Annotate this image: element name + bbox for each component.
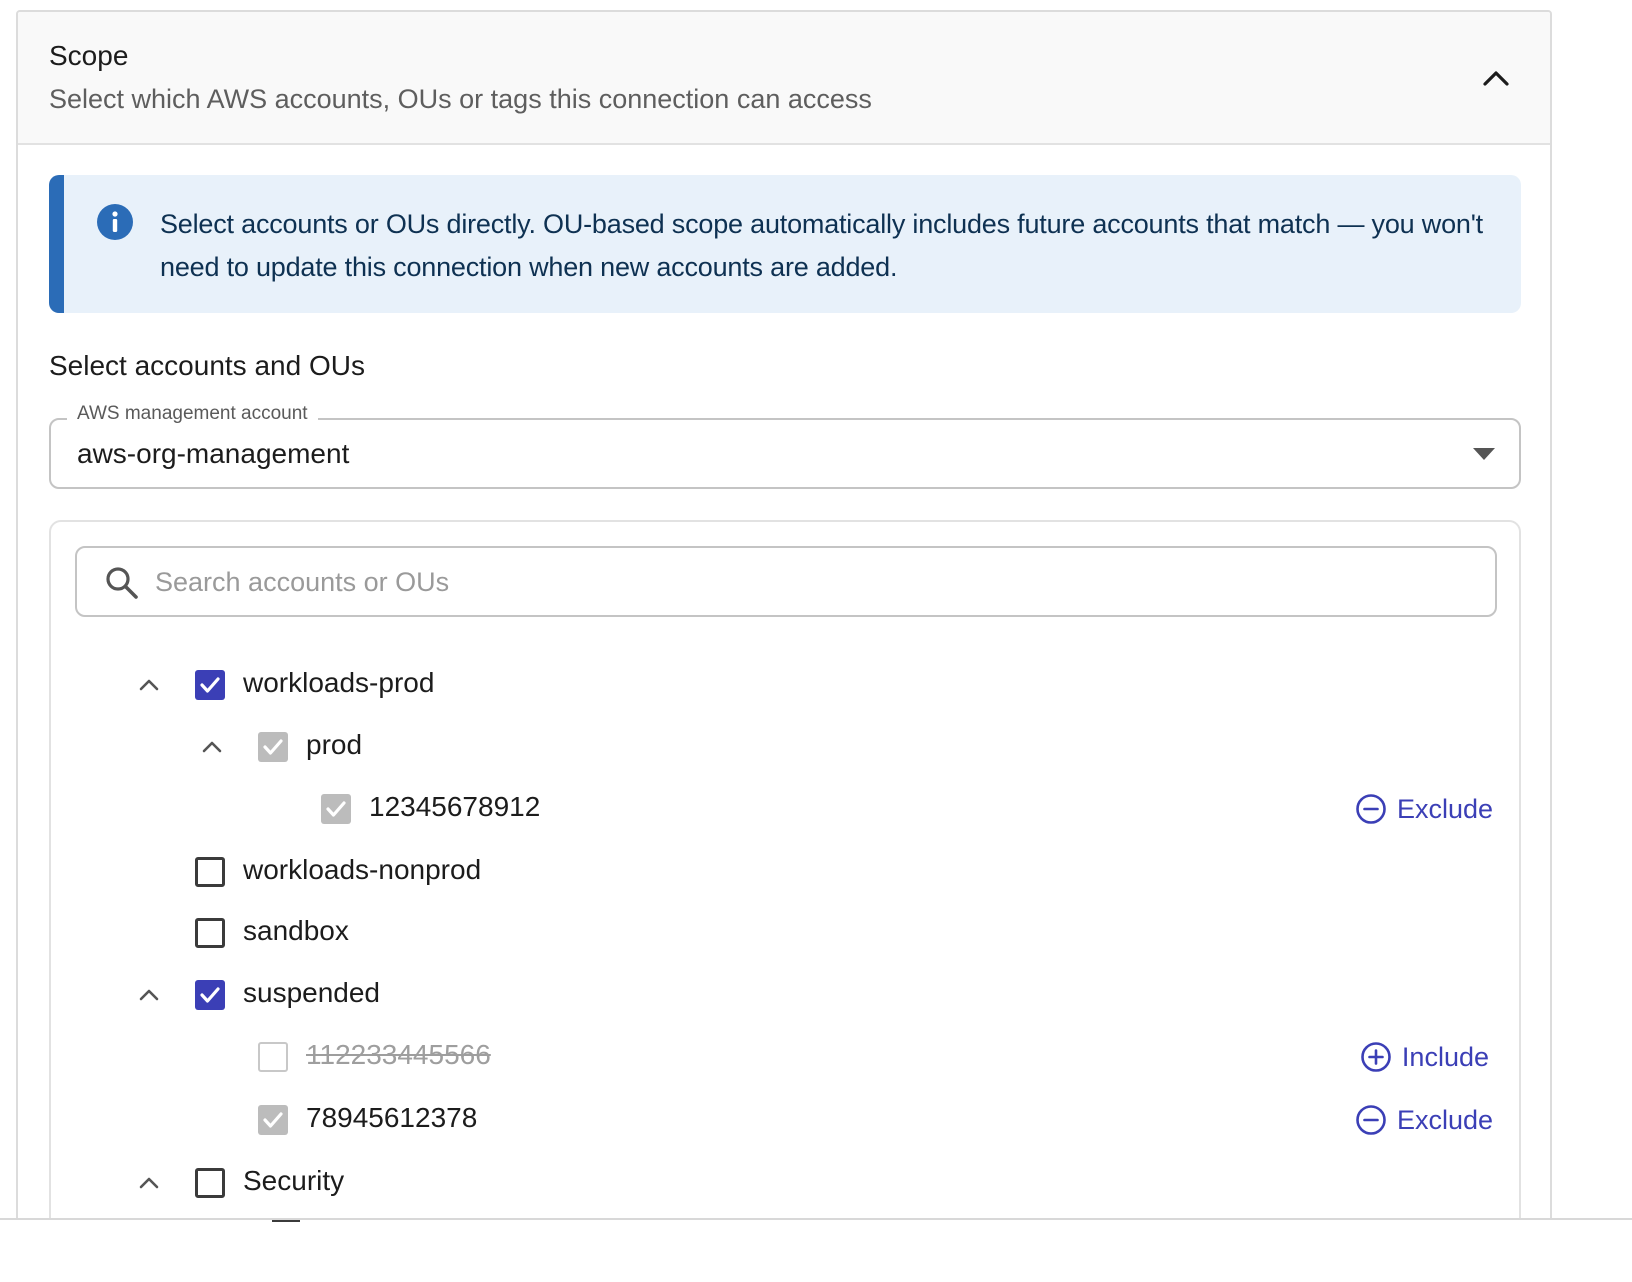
check-icon (200, 677, 220, 693)
viewport-cutoff (0, 1220, 1632, 1282)
check-icon (326, 801, 346, 817)
section-title: Select accounts and OUs (49, 350, 365, 381)
row-label: sandbox (243, 915, 349, 946)
include-label: Include (1401, 1041, 1489, 1072)
select-label: AWS management account (67, 403, 318, 425)
checkbox[interactable] (258, 1042, 288, 1072)
checkbox[interactable] (195, 1168, 225, 1198)
collapse-button[interactable] (1476, 58, 1516, 98)
select-value: aws-org-management (77, 438, 350, 469)
check-icon (200, 987, 220, 1003)
exclude-label: Exclude (1396, 793, 1493, 824)
plus-circle-icon (1361, 1042, 1391, 1072)
info-icon (97, 204, 133, 240)
minus-circle-icon (1356, 794, 1386, 824)
tree-row: workloads-nonprod (51, 844, 1523, 900)
checkbox[interactable] (195, 857, 225, 887)
row-label: suspended (243, 977, 381, 1008)
checkbox[interactable] (321, 794, 351, 824)
chevron-up-icon (202, 741, 222, 753)
expand-toggle[interactable] (135, 671, 163, 699)
tree-row: 12345678912 Exclude (51, 781, 1523, 837)
tree-row: suspended (51, 967, 1523, 1023)
check-icon (263, 1112, 283, 1128)
exclude-label: Exclude (1396, 1104, 1493, 1135)
row-label: 78945612378 (306, 1102, 478, 1133)
row-label: 112233445566 (306, 1039, 491, 1070)
row-label: workloads-prod (243, 667, 435, 698)
caret-down-icon (1473, 448, 1495, 460)
tree-row: workloads-prod (51, 657, 1523, 713)
row-label: 12345678912 (369, 791, 541, 822)
chevron-up-icon (1483, 71, 1509, 86)
checkbox[interactable] (195, 918, 225, 948)
chevron-up-icon (139, 1177, 159, 1189)
account-tree-panel: workloads-prod prod 12345678912 Exclude (49, 520, 1521, 1282)
checkbox[interactable] (195, 670, 225, 700)
row-label: prod (306, 729, 363, 760)
divider (0, 1218, 1632, 1220)
include-button[interactable]: Include (1360, 1038, 1489, 1076)
checkbox[interactable] (258, 1105, 288, 1135)
tree-row: sandbox (51, 905, 1523, 961)
scope-title: Scope (49, 40, 129, 71)
chevron-up-icon (139, 679, 159, 691)
alert-message: Select accounts or OUs directly. OU-base… (160, 209, 1483, 282)
scope-card: Scope Select which AWS accounts, OUs or … (16, 10, 1552, 1282)
expand-toggle[interactable] (135, 1169, 163, 1197)
tree-row: 112233445566 Include (51, 1029, 1523, 1085)
scope-subtitle: Select which AWS accounts, OUs or tags t… (49, 84, 872, 114)
row-label: workloads-nonprod (243, 854, 482, 885)
minus-circle-icon (1356, 1105, 1386, 1135)
expand-toggle[interactable] (135, 981, 163, 1009)
expand-toggle[interactable] (198, 733, 226, 761)
search-box[interactable] (75, 546, 1497, 617)
search-icon (106, 567, 138, 599)
checkbox[interactable] (195, 980, 225, 1010)
scope-header[interactable]: Scope Select which AWS accounts, OUs or … (18, 12, 1550, 145)
check-icon (263, 739, 283, 755)
checkbox[interactable] (258, 732, 288, 762)
chevron-up-icon (139, 989, 159, 1001)
exclude-button[interactable]: Exclude (1355, 790, 1493, 828)
management-account-select[interactable]: AWS management account aws-org-managemen… (49, 403, 1521, 489)
row-label: Security (243, 1165, 345, 1196)
tree-row: Security (51, 1155, 1523, 1211)
exclude-button[interactable]: Exclude (1355, 1101, 1493, 1139)
tree-row: 78945612378 Exclude (51, 1092, 1523, 1148)
search-input[interactable] (155, 556, 1455, 608)
info-alert: Select accounts or OUs directly. OU-base… (49, 175, 1521, 313)
tree-row: prod (51, 719, 1523, 775)
